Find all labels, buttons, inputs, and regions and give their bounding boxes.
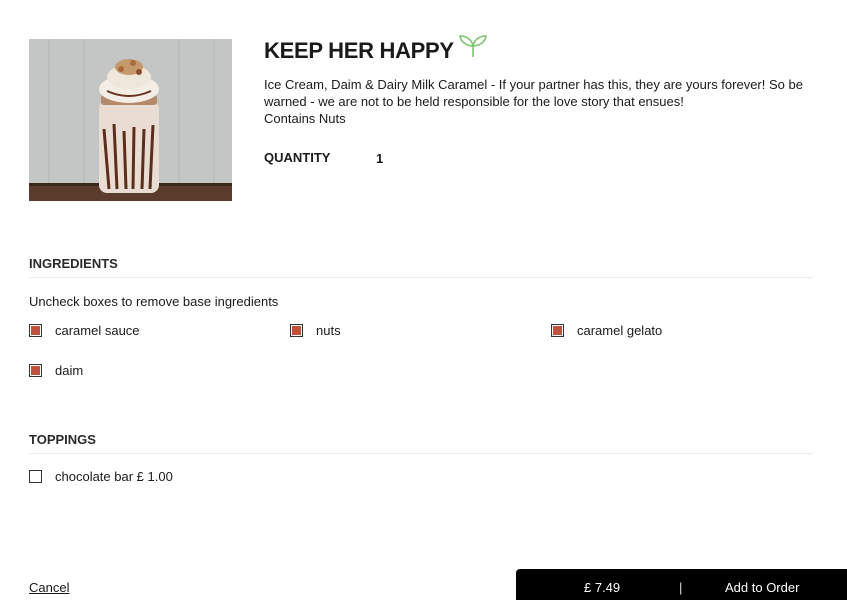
toppings-divider [29,453,813,454]
ingredient-label: caramel sauce [55,323,140,338]
checkbox-checked[interactable] [29,324,42,337]
quantity-label: QUANTITY [264,150,331,165]
toppings-heading: TOPPINGS [29,432,96,447]
product-description: Ice Cream, Daim & Dairy Milk Caramel - I… [264,77,803,109]
ingredient-caramel-sauce[interactable]: caramel sauce [29,323,140,338]
order-bar-separator: | [679,580,683,595]
product-title: KEEP HER HAPPY [264,38,454,63]
ingredient-nuts[interactable]: nuts [290,323,341,338]
allergen-note: Contains Nuts [264,111,346,126]
product-title-row: KEEP HER HAPPY [264,34,488,64]
checkbox-unchecked[interactable] [29,470,42,483]
quantity-value[interactable]: 1 [376,151,383,166]
cancel-link[interactable]: Cancel [29,580,69,595]
add-to-order-button[interactable]: Add to Order [725,580,799,595]
ingredient-daim[interactable]: daim [29,363,83,378]
checkbox-checked[interactable] [290,324,303,337]
ingredient-label: daim [55,363,84,378]
order-total-price: £ 7.49 [584,580,621,595]
ingredient-label: caramel gelato [577,323,663,338]
checkbox-checked[interactable] [29,364,42,377]
checkbox-checked[interactable] [551,324,564,337]
topping-label: chocolate bar £ 1.00 [55,469,173,484]
ingredients-hint: Uncheck boxes to remove base ingredients [29,294,279,309]
product-image [29,39,232,201]
ingredient-label: nuts [316,323,341,338]
ingredients-divider [29,277,813,278]
leaf-sprout-icon [458,34,488,63]
ingredients-heading: INGREDIENTS [29,256,118,271]
topping-chocolate-bar[interactable]: chocolate bar £ 1.00 [29,469,173,484]
add-to-order-bar[interactable]: £ 7.49 | Add to Order [516,569,847,600]
ingredient-caramel-gelato[interactable]: caramel gelato [551,323,662,338]
